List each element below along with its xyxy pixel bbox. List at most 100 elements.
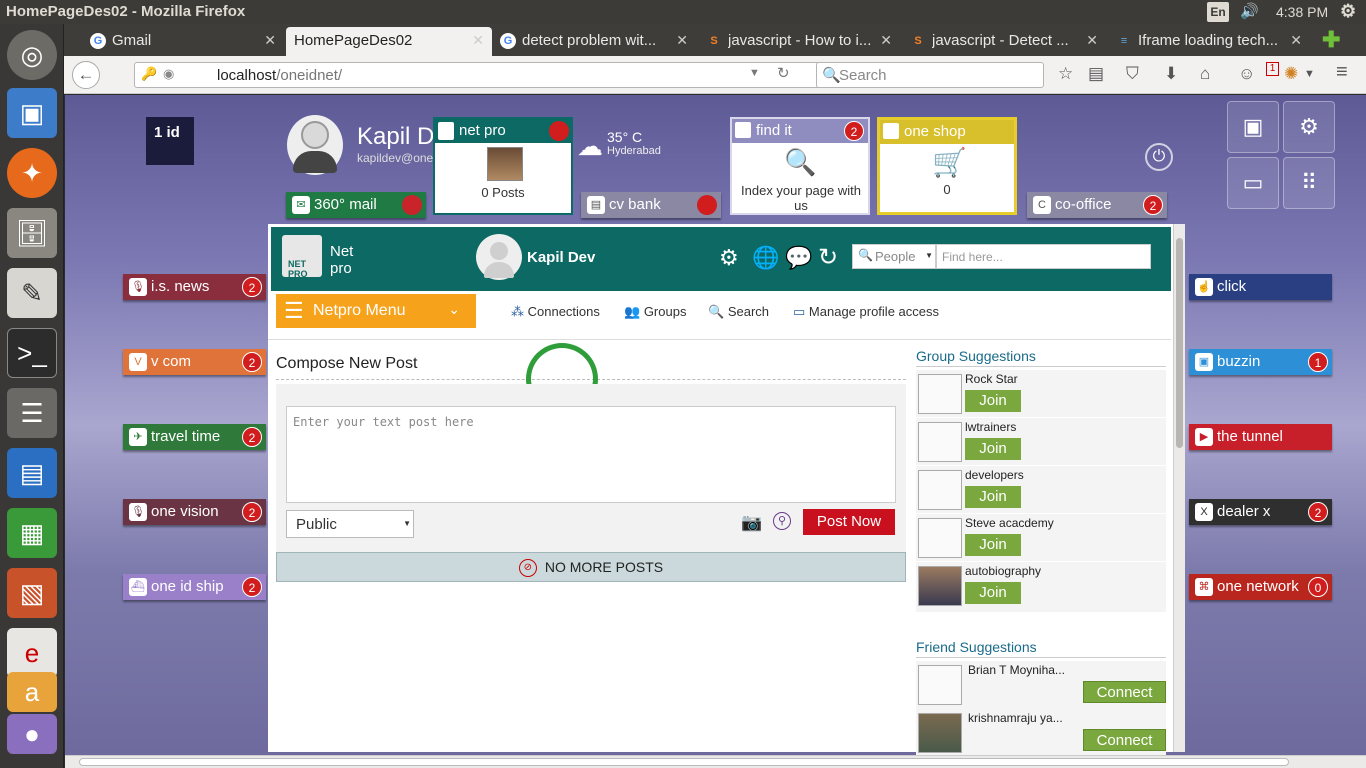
join-button[interactable]: Join <box>965 534 1021 556</box>
chat-icon[interactable]: ☺ <box>1238 64 1255 84</box>
card-icon[interactable]: ▭ <box>1227 157 1279 209</box>
no-more-posts-bar: ⊘ NO MORE POSTS <box>276 552 906 582</box>
tile-find-it[interactable]: find it 2 🔍 Index your page with us <box>730 117 870 215</box>
join-button[interactable]: Join <box>965 582 1021 604</box>
netpro-avatar[interactable] <box>476 234 522 280</box>
back-arrow-icon[interactable]: ← <box>72 61 100 89</box>
oneid-grid-icon[interactable]: ▣ <box>1227 101 1279 153</box>
horizontal-scrollbar[interactable] <box>65 755 1366 768</box>
workspace-icon[interactable]: ☰ <box>7 388 57 438</box>
groups-icon: 👥 <box>624 304 641 319</box>
close-tab-icon[interactable]: ✕ <box>472 32 484 49</box>
amazon-icon[interactable]: a <box>7 672 57 712</box>
power-icon[interactable]: ⏻ <box>1145 143 1173 171</box>
oneid-logo[interactable]: 1 id <box>146 117 194 165</box>
post-textarea[interactable]: Enter your text post here <box>286 406 896 503</box>
bookmark-star-icon[interactable]: ☆ <box>1058 64 1073 84</box>
connect-button[interactable]: Connect <box>1083 681 1166 703</box>
pocket-icon[interactable]: ⛉ <box>1126 64 1139 84</box>
app-dealer-x[interactable]: Xdealer x2 <box>1189 499 1332 525</box>
volume-icon[interactable]: 🔊 <box>1240 2 1259 20</box>
reload-icon[interactable]: ↻ <box>777 64 790 82</box>
vertical-scrollbar[interactable] <box>1173 224 1185 752</box>
netpro-menu-button[interactable]: ☰ Netpro Menu ⌄ <box>276 294 476 328</box>
notification-count[interactable]: 1 <box>1266 62 1279 76</box>
nav-search[interactable]: 🔍 Search <box>708 304 769 320</box>
close-tab-icon[interactable]: ✕ <box>264 32 276 49</box>
apps-grid-icon[interactable]: ⠿ <box>1283 157 1335 209</box>
system-gear-icon[interactable]: ⚙ <box>1340 1 1356 22</box>
app-is-news[interactable]: 🎙 i.s. news 2 <box>123 274 266 300</box>
close-tab-icon[interactable]: ✕ <box>676 32 688 49</box>
text-editor-icon[interactable]: ✎ <box>7 268 57 318</box>
close-tab-icon[interactable]: ✕ <box>880 32 892 49</box>
tile-one-shop[interactable]: one shop 🛒 0 <box>877 117 1017 215</box>
netpro-user-name[interactable]: Kapil Dev <box>527 249 595 266</box>
keyboard-layout-indicator[interactable]: En <box>1207 2 1229 22</box>
ubuntu-dash-icon[interactable]: ◎ <box>7 30 57 80</box>
app-buzzin[interactable]: ▣ buzzin 1 <box>1189 349 1332 375</box>
post-now-button[interactable]: Post Now <box>803 509 895 535</box>
connect-button[interactable]: Connect <box>1083 729 1166 751</box>
people-select[interactable]: 🔍 People ▼ <box>852 244 936 269</box>
terminal-icon[interactable]: >_ <box>7 328 57 378</box>
nav-connections[interactable]: ⁂ Connections <box>511 304 600 320</box>
clock[interactable]: 4:38 PM <box>1276 4 1328 20</box>
tab-javascript-detect[interactable]: S javascript - Detect ... ✕ <box>904 27 1106 56</box>
app-click[interactable]: ☝ click <box>1189 274 1332 300</box>
search-input[interactable]: 🔍 Search <box>816 62 1044 88</box>
calc-icon[interactable]: ▦ <box>7 508 57 558</box>
message-icon[interactable]: 💬 <box>785 245 812 271</box>
tile-cv-bank[interactable]: ▤ cv bank <box>581 192 721 218</box>
writer-icon[interactable]: ▤ <box>7 448 57 498</box>
close-tab-icon[interactable]: ✕ <box>1086 32 1098 49</box>
join-button[interactable]: Join <box>965 438 1021 460</box>
nav-manage-profile-access[interactable]: ▭ Manage profile access <box>793 304 939 320</box>
attachment-icon[interactable]: ⚲ <box>773 512 791 530</box>
tab-iframe-loading[interactable]: ≡ Iframe loading tech... ✕ <box>1110 27 1310 56</box>
tab-homepagedes02[interactable]: HomePageDes02 ✕ <box>286 27 492 56</box>
url-bar[interactable]: 🔑 ◉ localhost/oneidnet/ ▼ ↻ <box>134 62 869 88</box>
tab-gmail[interactable]: G Gmail ✕ <box>84 27 284 56</box>
scrollbar-thumb[interactable] <box>79 758 1289 766</box>
app-one-network[interactable]: ⌘ one network 0 <box>1189 574 1332 600</box>
find-here-input[interactable]: Find here... <box>936 244 1151 269</box>
app-icon[interactable]: e <box>7 628 57 678</box>
reader-list-icon[interactable]: ▤ <box>1088 64 1104 84</box>
nav-groups[interactable]: 👥 Groups <box>624 304 686 320</box>
settings-gear-icon[interactable]: ⚙ <box>719 245 739 271</box>
menu-hamburger-icon[interactable]: ≡ <box>1336 61 1348 84</box>
virtualbox-icon[interactable]: ▣ <box>7 88 57 138</box>
app-travel-time[interactable]: ✈ travel time 2 <box>123 424 266 450</box>
scrollbar-thumb[interactable] <box>1176 238 1183 448</box>
settings-gear-icon[interactable]: ⚙ <box>1283 101 1335 153</box>
extension-dropdown-icon[interactable]: ▼ <box>1304 68 1315 80</box>
tile-net-pro[interactable]: net pro 0 Posts <box>433 117 573 215</box>
close-tab-icon[interactable]: ✕ <box>1290 32 1302 49</box>
app-v-com[interactable]: Vv com 2 <box>123 349 266 375</box>
firefox-icon[interactable]: ✦ <box>7 148 57 198</box>
app-one-id-ship[interactable]: ⛴ one id ship 2 <box>123 574 266 600</box>
camera-icon[interactable]: 📷 <box>741 513 762 533</box>
app-one-vision[interactable]: 🎙 one vision 2 <box>123 499 266 525</box>
app-icon-2[interactable]: ● <box>7 714 57 754</box>
files-icon[interactable]: 🗄 <box>7 208 57 258</box>
download-icon[interactable]: ⬇ <box>1164 64 1178 84</box>
home-icon[interactable]: ⌂ <box>1200 64 1210 84</box>
new-tab-plus-icon[interactable]: ✚ <box>1322 27 1340 53</box>
cvbank-icon: ▤ <box>587 196 605 214</box>
impress-icon[interactable]: ▧ <box>7 568 57 618</box>
tab-detect-problem[interactable]: G detect problem wit... ✕ <box>494 27 696 56</box>
visibility-select[interactable]: Public ▼ <box>286 510 414 538</box>
extension-icon[interactable]: ✺ <box>1284 64 1298 84</box>
refresh-icon[interactable]: ↻ <box>818 243 838 272</box>
tile-360-mail[interactable]: ✉ 360° mail <box>286 192 426 218</box>
globe-icon[interactable]: 🌐 <box>752 245 779 271</box>
join-button[interactable]: Join <box>965 390 1021 412</box>
join-button[interactable]: Join <box>965 486 1021 508</box>
tab-javascript-howto[interactable]: S javascript - How to i... ✕ <box>700 27 900 56</box>
dropdown-arrow-icon[interactable]: ▼ <box>749 67 760 79</box>
app-the-tunnel[interactable]: ▶ the tunnel <box>1189 424 1332 450</box>
tile-co-office[interactable]: C co-office 2 <box>1027 192 1167 218</box>
user-avatar[interactable] <box>287 115 343 175</box>
